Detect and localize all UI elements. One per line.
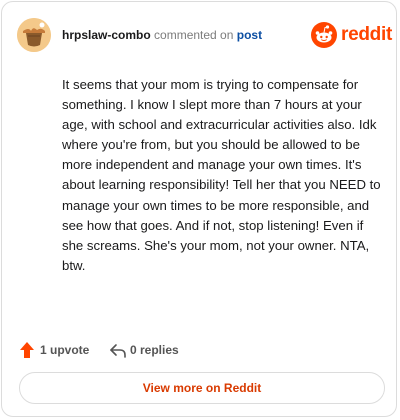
reply-arrow-icon[interactable] [109,341,127,359]
comment-header: hrpslaw-combo commented on post reddit [17,18,392,52]
upvote-arrow-icon[interactable] [19,341,35,359]
view-more-button[interactable]: View more on Reddit [19,372,385,404]
upvote-count: 1 upvote [40,343,90,357]
replies-count: 0 replies [130,343,179,357]
comment-footer: 1 upvote 0 replies [19,340,379,360]
username-link[interactable]: hrpslaw-combo [62,28,151,42]
action-text: commented on [154,28,234,42]
reddit-logo-icon [311,22,337,48]
reddit-logo[interactable]: reddit [311,22,392,48]
reddit-wordmark: reddit [341,24,392,45]
comment-embed-card: hrpslaw-combo commented on post reddit I… [1,1,397,417]
post-link[interactable]: post [237,28,262,42]
avatar-icon[interactable] [17,18,51,52]
comment-body: It seems that your mom is trying to comp… [62,77,381,273]
comment-meta: hrpslaw-combo commented on post [62,27,262,43]
